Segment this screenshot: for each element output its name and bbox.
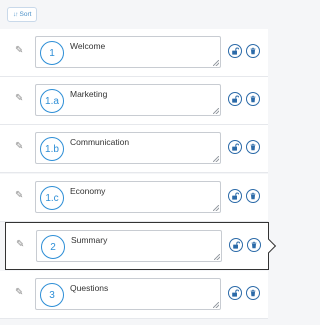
item-number-badge: 3 bbox=[40, 283, 64, 307]
item-number-badge: 1 bbox=[40, 41, 64, 65]
delete-button[interactable] bbox=[246, 44, 260, 58]
item-number-badge: 2 bbox=[41, 235, 65, 259]
delete-button[interactable] bbox=[247, 238, 261, 252]
trash-icon bbox=[250, 289, 256, 297]
item-title: Marketing bbox=[70, 89, 108, 99]
item-title-field[interactable]: 1 Welcome bbox=[35, 36, 221, 68]
item-title: Summary bbox=[71, 235, 108, 245]
sort-button[interactable]: ↓↑ Sort bbox=[7, 7, 38, 22]
selection-pointer bbox=[261, 238, 277, 254]
item-title: Questions bbox=[70, 283, 109, 293]
resize-handle-icon[interactable] bbox=[213, 302, 219, 308]
item-number-badge: 1.c bbox=[40, 186, 64, 210]
pencil-icon[interactable]: ✎ bbox=[16, 240, 26, 250]
unlock-button[interactable] bbox=[228, 140, 242, 154]
list-item[interactable]: ✎ 1.a Marketing bbox=[0, 77, 268, 125]
delete-button[interactable] bbox=[246, 140, 260, 154]
list-item[interactable]: ✎ 3 Questions bbox=[0, 271, 268, 319]
unlock-icon bbox=[232, 95, 239, 103]
unlock-button[interactable] bbox=[228, 286, 242, 300]
item-title: Communication bbox=[70, 137, 130, 147]
list-item[interactable]: ✎ 1 Welcome bbox=[0, 29, 268, 77]
toolbar: ↓↑ Sort bbox=[0, 0, 280, 30]
item-number-badge: 1.b bbox=[40, 137, 64, 161]
resize-handle-icon[interactable] bbox=[213, 60, 219, 66]
pencil-icon[interactable]: ✎ bbox=[15, 46, 25, 56]
unlock-button[interactable] bbox=[229, 238, 243, 252]
trash-icon bbox=[250, 95, 256, 103]
delete-button[interactable] bbox=[246, 286, 260, 300]
list-item[interactable]: ✎ 1.c Economy bbox=[0, 174, 268, 222]
list-item[interactable]: ✎ 2 Summary bbox=[5, 222, 277, 270]
unlock-button[interactable] bbox=[228, 189, 242, 203]
pencil-icon[interactable]: ✎ bbox=[15, 191, 25, 201]
unlock-icon bbox=[232, 192, 239, 200]
sort-label: Sort bbox=[19, 11, 32, 18]
trash-icon bbox=[250, 192, 256, 200]
item-title-field[interactable]: 1.c Economy bbox=[35, 181, 221, 213]
item-title-field[interactable]: 2 Summary bbox=[36, 230, 222, 262]
item-title-field[interactable]: 3 Questions bbox=[35, 278, 221, 310]
unlock-button[interactable] bbox=[228, 44, 242, 58]
trash-icon bbox=[250, 143, 256, 151]
unlock-button[interactable] bbox=[228, 92, 242, 106]
trash-icon bbox=[250, 47, 256, 55]
item-title: Welcome bbox=[70, 41, 106, 51]
trash-icon bbox=[251, 241, 257, 249]
resize-handle-icon[interactable] bbox=[213, 205, 219, 211]
pencil-icon[interactable]: ✎ bbox=[15, 94, 25, 104]
resize-handle-icon[interactable] bbox=[213, 108, 219, 114]
pencil-icon[interactable]: ✎ bbox=[15, 288, 25, 298]
item-title: Economy bbox=[70, 186, 106, 196]
item-title-field[interactable]: 1.b Communication bbox=[35, 132, 221, 164]
item-title-field[interactable]: 1.a Marketing bbox=[35, 84, 221, 116]
delete-button[interactable] bbox=[246, 92, 260, 106]
unlock-icon bbox=[232, 289, 239, 297]
delete-button[interactable] bbox=[246, 189, 260, 203]
unlock-icon bbox=[233, 241, 240, 249]
resize-handle-icon[interactable] bbox=[213, 156, 219, 162]
sort-icon: ↓↑ bbox=[13, 11, 18, 18]
list-item[interactable]: ✎ 1.b Communication bbox=[0, 125, 268, 173]
resize-handle-icon[interactable] bbox=[214, 254, 220, 260]
pencil-icon[interactable]: ✎ bbox=[15, 142, 25, 152]
item-number-badge: 1.a bbox=[40, 89, 64, 113]
unlock-icon bbox=[232, 143, 239, 151]
unlock-icon bbox=[232, 47, 239, 55]
